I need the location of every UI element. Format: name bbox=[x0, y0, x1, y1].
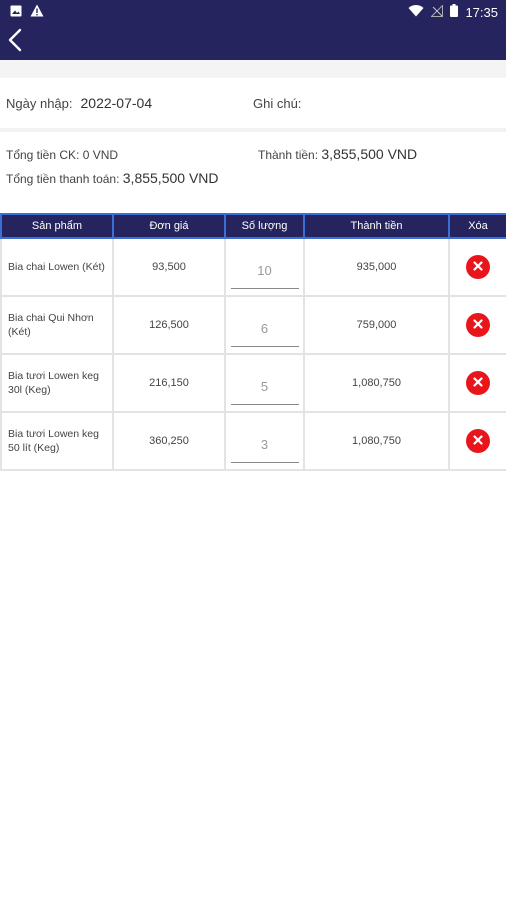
unit-price: 126,500 bbox=[112, 295, 226, 355]
amount-total: Thành tiền: 3,855,500 VND bbox=[258, 146, 417, 162]
unit-price: 93,500 bbox=[112, 237, 226, 297]
table-row: Bia tươi Lowen keg 50 lít (Keg) 360,250 … bbox=[0, 411, 506, 471]
close-icon bbox=[473, 260, 483, 274]
import-info-row: Ngày nhập: 2022-07-04 Ghi chú: bbox=[0, 78, 506, 132]
quantity-cell bbox=[224, 411, 305, 471]
delete-button[interactable] bbox=[466, 429, 490, 453]
top-spacer bbox=[0, 60, 506, 78]
payment-total: Tổng tiền thanh toán: 3,855,500 VND bbox=[6, 170, 219, 186]
status-bar: 17:35 bbox=[0, 0, 506, 24]
quantity-cell bbox=[224, 295, 305, 355]
unit-price: 360,250 bbox=[112, 411, 226, 471]
close-icon bbox=[473, 434, 483, 448]
clock-time: 17:35 bbox=[465, 4, 498, 20]
line-total: 1,080,750 bbox=[303, 353, 450, 413]
payment-value: 3,855,500 VND bbox=[122, 170, 219, 186]
column-header-product: Sản phẩm bbox=[0, 213, 114, 239]
amount-label: Thành tiền: bbox=[258, 148, 319, 162]
unit-price: 216,150 bbox=[112, 353, 226, 413]
delete-button[interactable] bbox=[466, 255, 490, 279]
close-icon bbox=[473, 318, 483, 332]
wifi-icon bbox=[408, 4, 424, 20]
delete-button[interactable] bbox=[466, 313, 490, 337]
note-field[interactable]: Ghi chú: bbox=[253, 96, 500, 111]
battery-icon bbox=[450, 4, 459, 20]
quantity-cell bbox=[224, 237, 305, 297]
warning-icon bbox=[30, 4, 44, 20]
note-label: Ghi chú: bbox=[253, 95, 302, 111]
chevron-left-icon bbox=[8, 28, 22, 57]
column-header-total: Thành tiền bbox=[303, 213, 450, 239]
import-date-field[interactable]: Ngày nhập: 2022-07-04 bbox=[6, 95, 253, 111]
delete-cell bbox=[448, 353, 506, 413]
close-icon bbox=[473, 376, 483, 390]
table-row: Bia tươi Lowen keg 30l (Keg) 216,150 1,0… bbox=[0, 353, 506, 413]
image-notification-icon bbox=[10, 5, 22, 20]
line-total: 1,080,750 bbox=[303, 411, 450, 471]
back-button[interactable] bbox=[8, 27, 32, 57]
column-header-delete: Xóa bbox=[448, 213, 506, 239]
amount-value: 3,855,500 VND bbox=[321, 146, 418, 162]
import-date-label: Ngày nhập: bbox=[6, 96, 73, 111]
column-header-unit-price: Đơn giá bbox=[112, 213, 226, 239]
product-name: Bia chai Qui Nhơn (Két) bbox=[0, 295, 114, 355]
discount-label: Tổng tiền CK: bbox=[6, 148, 80, 162]
product-name: Bia tươi Lowen keg 50 lít (Keg) bbox=[0, 411, 114, 471]
import-date-value: 2022-07-04 bbox=[80, 95, 153, 111]
line-total: 935,000 bbox=[303, 237, 450, 297]
totals-section: Tổng tiền CK: 0 VND Thành tiền: 3,855,50… bbox=[0, 132, 506, 212]
app-bar bbox=[0, 24, 506, 60]
discount-total: Tổng tiền CK: 0 VND bbox=[6, 148, 258, 162]
delete-cell bbox=[448, 411, 506, 471]
quantity-cell bbox=[224, 353, 305, 413]
order-items-table-wrapper: Sản phẩm Đơn giá Số lượng Thành tiền Xóa… bbox=[0, 213, 506, 471]
line-total: 759,000 bbox=[303, 295, 450, 355]
quantity-input[interactable] bbox=[230, 427, 299, 463]
payment-label: Tổng tiền thanh toán: bbox=[6, 172, 120, 186]
discount-value: 0 VND bbox=[82, 148, 119, 162]
table-row: Bia chai Qui Nhơn (Két) 126,500 759,000 bbox=[0, 295, 506, 355]
column-header-quantity: Số lượng bbox=[224, 213, 305, 239]
table-header-row: Sản phẩm Đơn giá Số lượng Thành tiền Xóa bbox=[0, 213, 506, 239]
order-items-table: Sản phẩm Đơn giá Số lượng Thành tiền Xóa… bbox=[0, 213, 506, 471]
delete-cell bbox=[448, 237, 506, 297]
product-name: Bia chai Lowen (Két) bbox=[0, 237, 114, 297]
delete-button[interactable] bbox=[466, 371, 490, 395]
delete-cell bbox=[448, 295, 506, 355]
quantity-input[interactable] bbox=[230, 311, 299, 347]
quantity-input[interactable] bbox=[230, 369, 299, 405]
quantity-input[interactable] bbox=[230, 253, 299, 289]
product-name: Bia tươi Lowen keg 30l (Keg) bbox=[0, 353, 114, 413]
table-row: Bia chai Lowen (Két) 93,500 935,000 bbox=[0, 237, 506, 297]
no-signal-icon bbox=[430, 3, 444, 20]
